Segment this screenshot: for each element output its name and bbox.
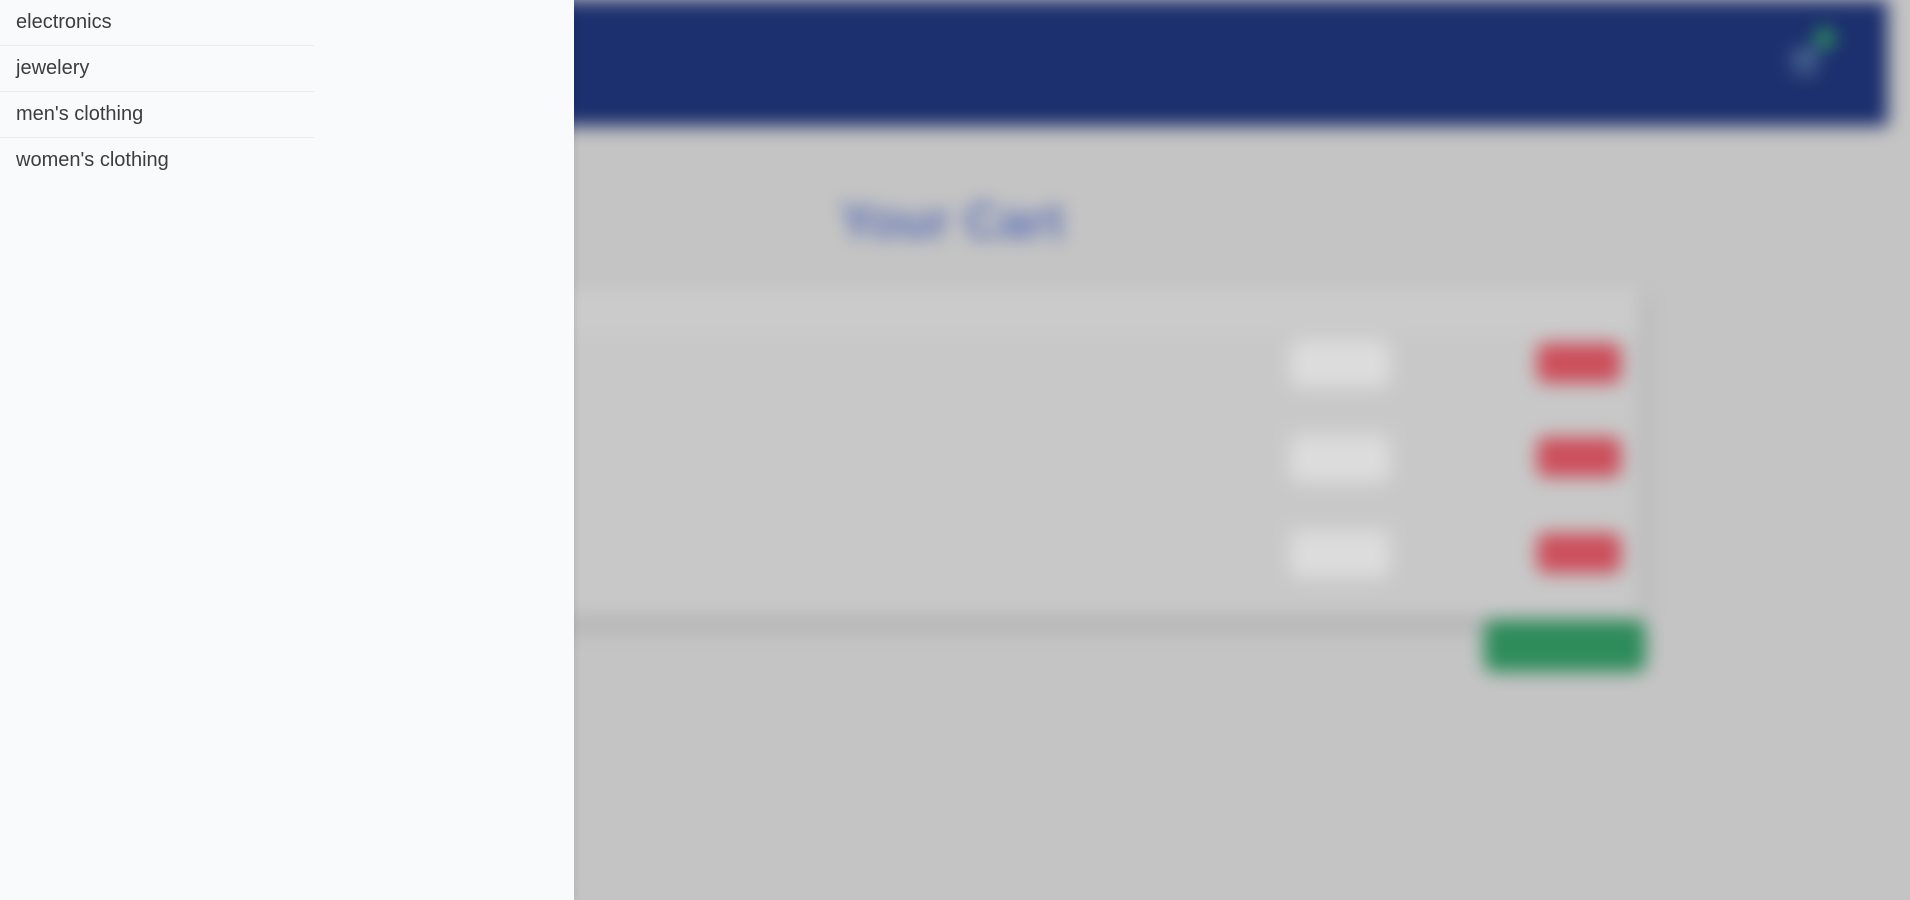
remove-button [1537,533,1621,573]
table-row [560,525,1640,617]
page-title: Your Cart [840,193,1065,249]
table-row [560,335,1640,427]
remove-button [1537,343,1621,383]
quantity-stepper [1290,435,1390,483]
category-list: electronics jewelery men's clothing wome… [0,0,314,183]
checkout-button [1484,620,1646,672]
cart-icon: 🛒 [1788,42,1828,78]
cart-count-badge [1815,28,1835,48]
quantity-stepper [1290,530,1390,578]
remove-button [1537,437,1621,477]
sidebar-item-electronics[interactable]: electronics [0,0,314,46]
sidebar-item-womens-clothing[interactable]: women's clothing [0,138,314,183]
quantity-stepper [1290,340,1390,388]
table-row [560,430,1640,522]
sidebar-item-jewelery[interactable]: jewelery [0,46,314,92]
category-sidebar: electronics jewelery men's clothing wome… [0,0,574,900]
sidebar-item-mens-clothing[interactable]: men's clothing [0,92,314,138]
